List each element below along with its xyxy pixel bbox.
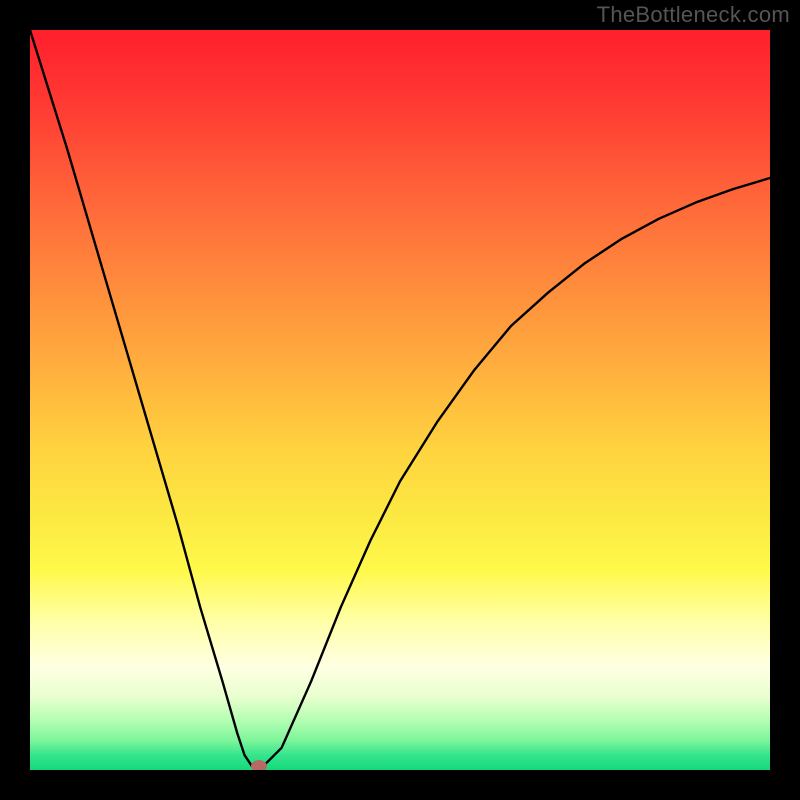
plot-area: [30, 30, 770, 770]
chart-container: TheBottleneck.com: [0, 0, 800, 800]
bottleneck-curve: [30, 30, 770, 770]
optimal-point-marker: [251, 760, 267, 770]
curve-svg: [30, 30, 770, 770]
watermark-text: TheBottleneck.com: [597, 2, 790, 28]
